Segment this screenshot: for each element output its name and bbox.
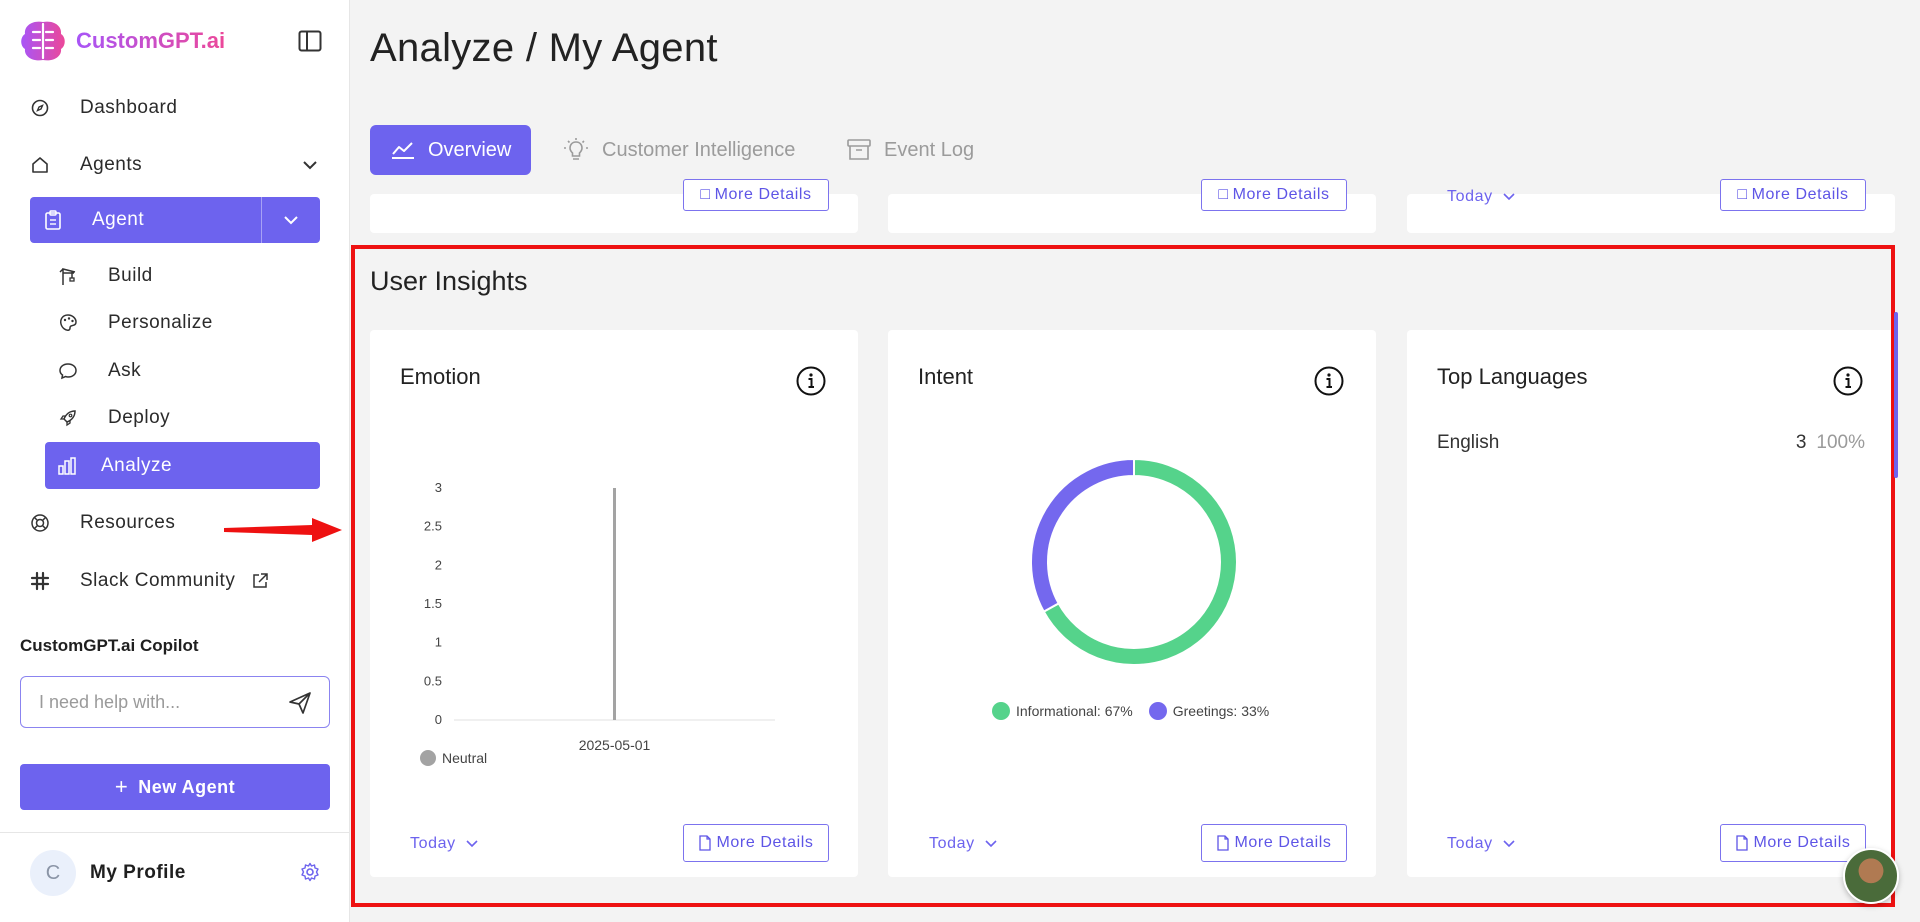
file-icon: □ [1737,186,1748,203]
tab-label: Customer Intelligence [602,138,796,161]
logo[interactable]: CustomGPT.ai [18,18,225,64]
sidebar-item-ask[interactable]: Ask [58,351,318,391]
sidebar-item-label: Build [108,265,153,286]
sidebar-item-label: Agents [80,154,143,175]
chevron-down-icon[interactable] [300,155,320,181]
sidebar-item-slack-community[interactable]: Slack Community [30,561,320,601]
sidebar-item-build[interactable]: Build [58,256,318,296]
line-chart-icon [392,142,414,159]
lightbulb-icon [564,138,588,160]
external-link-icon [251,572,269,590]
crane-icon [58,266,78,286]
more-details-button[interactable]: □ More Details [683,179,829,211]
archive-icon [847,139,871,160]
tab-event-log[interactable]: Event Log [846,125,974,175]
sidebar-item-deploy[interactable]: Deploy [58,398,318,438]
sidebar-item-label: Dashboard [80,97,178,118]
bar-chart-icon [57,456,77,476]
sidebar-item-personalize[interactable]: Personalize [58,303,318,343]
sidebar-collapse-button[interactable] [298,30,322,52]
palette-icon [58,313,78,333]
plus-icon: + [114,774,129,799]
sidebar-item-agent[interactable]: Agent [30,197,320,243]
agent-selector[interactable]: Agent [30,197,262,243]
sidebar-item-label: Resources [80,512,176,533]
slack-icon [30,571,50,591]
file-icon: □ [700,186,711,203]
top-card-2: □ More Details [888,179,1376,233]
profile-menu[interactable]: C My Profile [30,848,320,898]
sidebar-item-label: Deploy [108,407,171,428]
copilot-input-box[interactable] [20,676,330,728]
tab-overview[interactable]: Overview [370,125,532,175]
file-icon: □ [1218,186,1229,203]
brain-logo-icon [21,21,65,61]
sidebar: CustomGPT.ai Dashboard Agents Agent Buil… [0,0,350,922]
logo-text: CustomGPT.ai [76,28,226,53]
chevron-down-icon [1503,193,1515,201]
sidebar-item-dashboard[interactable]: Dashboard [30,88,320,128]
new-agent-button[interactable]: + New Agent [20,764,330,810]
clipboard-icon [44,210,62,230]
agent-dropdown-button[interactable] [262,197,320,243]
compass-icon [30,98,50,118]
lifebuoy-icon [30,513,50,533]
rocket-icon [58,408,78,428]
sidebar-item-label: Personalize [108,312,213,333]
copilot-input[interactable] [39,691,279,713]
annotation-arrow [224,518,342,542]
sidebar-item-label: Analyze [101,454,173,476]
copilot-title: CustomGPT.ai Copilot [20,636,199,655]
sidebar-item-label: Ask [108,360,142,381]
sidebar-item-analyze[interactable]: Analyze [45,442,320,489]
divider [0,832,350,833]
tab-label: Event Log [884,138,975,161]
top-card-3: Today □ More Details [1407,179,1895,233]
chat-bubble-icon [58,361,78,381]
scrollbar-thumb[interactable] [1894,312,1898,478]
chevron-down-icon [284,216,298,225]
highlight-box [351,245,1895,907]
avatar: C [30,850,76,896]
tab-label: Overview [428,138,512,161]
sidebar-toggle-icon [298,30,322,52]
support-chat-avatar[interactable] [1843,848,1899,904]
more-details-button[interactable]: □ More Details [1720,179,1866,211]
tab-customer-intelligence[interactable]: Customer Intelligence [562,125,795,175]
sidebar-item-agents[interactable]: Agents [30,145,320,185]
send-icon[interactable] [287,690,313,721]
gear-icon[interactable] [300,862,320,887]
page-title: Analyze / My Agent [370,26,718,70]
home-icon [30,155,50,175]
today-dropdown[interactable]: Today [1447,188,1515,206]
sidebar-item-label: Slack Community [80,570,236,591]
new-agent-label: New Agent [138,776,236,797]
profile-name: My Profile [90,862,186,883]
more-details-button[interactable]: □ More Details [1201,179,1347,211]
top-card-1: □ More Details [370,179,858,233]
sidebar-item-label: Agent [92,209,145,230]
